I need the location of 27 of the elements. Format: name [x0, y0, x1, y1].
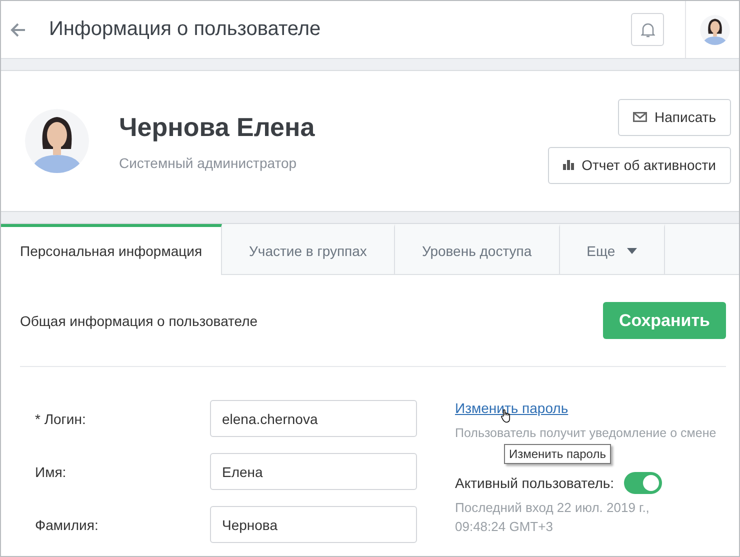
change-password-link[interactable]: Изменить пароль [455, 400, 568, 416]
password-hint: Пользователь получит уведомление о смене [455, 425, 716, 442]
bar-chart-icon [562, 160, 574, 170]
section-title: Общая информация о пользователе [20, 312, 258, 328]
input-field[interactable]: Чернова [210, 506, 417, 543]
caret-icon [627, 248, 638, 254]
active-toggle[interactable] [624, 472, 662, 494]
input-field[interactable]: Елена [210, 453, 417, 490]
field-label: Фамилия: [34, 516, 100, 532]
notifications-button[interactable] [631, 13, 664, 46]
profile-photo-icon [25, 109, 89, 173]
write-button[interactable]: Написать [618, 98, 731, 136]
field-label: * Логин: [34, 410, 87, 426]
page-title: Информация о пользователе [49, 18, 322, 41]
mail-icon [632, 112, 647, 122]
tab[interactable]: Персональная информация [1, 224, 222, 275]
field-label: Имя: [34, 464, 68, 480]
bell-icon [640, 22, 654, 38]
last-login-text: Последний вход 22 июл. 2019 г., 09:48:24 GMT+3 [455, 499, 650, 536]
user-role: Системный администратор [119, 154, 298, 170]
user-avatar-icon [700, 14, 730, 44]
tooltip: Изменить пароль [504, 444, 611, 464]
user-name: Чернова Елена [119, 112, 316, 142]
input-field[interactable]: elena.chernova [210, 400, 417, 437]
back-arrow-icon[interactable] [9, 20, 27, 38]
activity-report-button[interactable]: Отчет об активности [548, 146, 731, 184]
active-user-label: Активный пользователь: [455, 475, 614, 491]
